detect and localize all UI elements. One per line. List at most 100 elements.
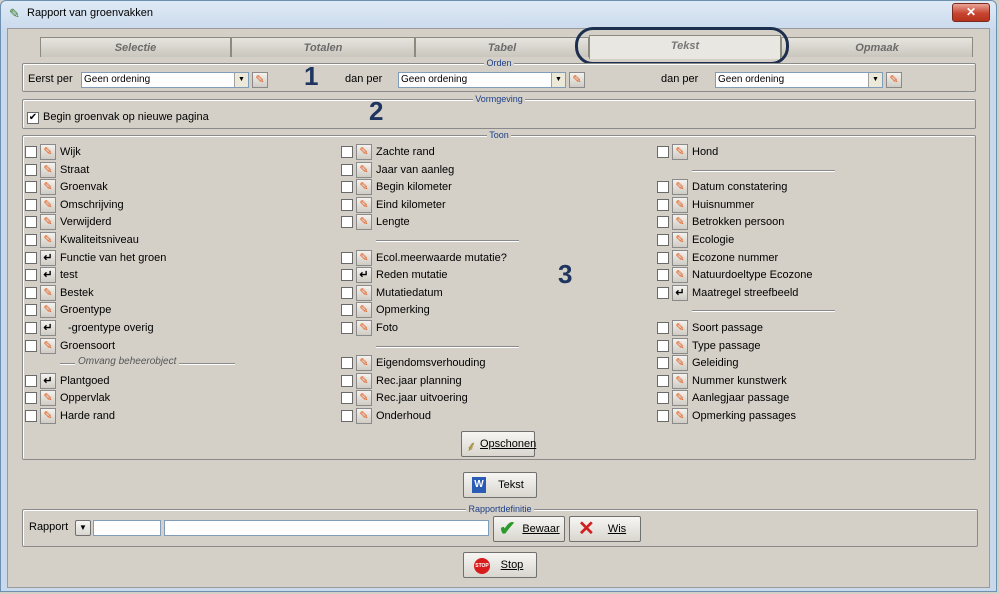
checkbox-maatregel-streefbeeld[interactable] <box>657 286 669 299</box>
pencil-icon[interactable]: ✎ <box>672 408 688 424</box>
return-icon[interactable]: ↵ <box>40 372 56 389</box>
checkbox-verwijderd[interactable] <box>25 216 37 229</box>
tab-totalen[interactable]: Totalen <box>231 37 415 57</box>
checkbox-ecozone-nummer[interactable] <box>657 251 669 264</box>
chevron-down-icon[interactable]: ▼ <box>234 73 248 87</box>
checkbox-oppervlak[interactable] <box>25 392 37 405</box>
checkbox-opmerking-passages[interactable] <box>657 410 669 422</box>
pencil-icon[interactable]: ✎ <box>672 320 688 336</box>
edit-order-2-icon[interactable]: ✎ <box>569 72 585 88</box>
edit-order-3-icon[interactable]: ✎ <box>886 72 902 88</box>
close-button[interactable]: ✕ <box>952 3 990 22</box>
checkbox-rec-jaar-planning[interactable] <box>341 374 353 387</box>
order-select-1[interactable]: Geen ordening ▼ <box>81 72 249 88</box>
checkbox-groentype-overig[interactable] <box>25 322 37 334</box>
return-icon[interactable]: ↵ <box>40 267 56 284</box>
checkbox-nummer-kunstwerk[interactable] <box>657 374 669 387</box>
pencil-icon[interactable]: ✎ <box>356 284 372 301</box>
checkbox-datum-constatering[interactable] <box>657 181 669 194</box>
checkbox-eigendomsverhouding[interactable] <box>341 357 353 370</box>
pencil-icon[interactable]: ✎ <box>356 372 372 389</box>
stop-button[interactable]: STOP Stop <box>463 552 537 578</box>
checkbox-natuurdoeltype-ecozone[interactable] <box>657 269 669 282</box>
rapport-code-input[interactable] <box>93 520 161 536</box>
checkbox-straat[interactable] <box>25 163 37 176</box>
pencil-icon[interactable]: ✎ <box>672 337 688 354</box>
pencil-icon[interactable]: ✎ <box>672 372 688 389</box>
clean-button[interactable]: ⸙ Opschonen <box>461 431 536 457</box>
checkbox-begin-kilometer[interactable] <box>341 181 353 194</box>
order-select-2[interactable]: Geen ordening ▼ <box>398 72 566 88</box>
return-icon[interactable]: ↵ <box>672 284 688 301</box>
checkbox-lengte[interactable] <box>341 216 353 229</box>
save-button[interactable]: ✔ Bewaar <box>493 516 565 542</box>
checkbox-groentype[interactable] <box>25 304 37 317</box>
pencil-icon[interactable]: ✎ <box>40 144 56 160</box>
checkbox-omschrijving[interactable] <box>25 198 37 211</box>
checkbox-hond[interactable] <box>657 146 669 158</box>
pencil-icon[interactable]: ✎ <box>672 249 688 266</box>
checkbox-plantgoed[interactable] <box>25 374 37 387</box>
checkbox-groensoort[interactable] <box>25 339 37 352</box>
checkbox-type-passage[interactable] <box>657 339 669 352</box>
checkbox-bestek[interactable] <box>25 286 37 299</box>
pencil-icon[interactable]: ✎ <box>40 232 56 248</box>
checkbox-geleiding[interactable] <box>657 357 669 370</box>
checkbox-harde-rand[interactable] <box>25 410 37 422</box>
pencil-icon[interactable]: ✎ <box>356 355 372 372</box>
chevron-down-icon[interactable]: ▼ <box>551 73 565 87</box>
checkbox-eind-kilometer[interactable] <box>341 198 353 211</box>
tab-tekst[interactable]: Tekst <box>589 35 781 59</box>
pencil-icon[interactable]: ✎ <box>356 144 372 160</box>
pencil-icon[interactable]: ✎ <box>672 179 688 196</box>
checkbox-foto[interactable] <box>341 322 353 334</box>
pencil-icon[interactable]: ✎ <box>40 196 56 213</box>
pencil-icon[interactable]: ✎ <box>672 196 688 213</box>
checkbox-test[interactable] <box>25 269 37 282</box>
order-select-3[interactable]: Geen ordening ▼ <box>715 72 883 88</box>
pencil-icon[interactable]: ✎ <box>40 408 56 424</box>
checkbox-reden-mutatie[interactable] <box>341 269 353 282</box>
checkbox-ecologie[interactable] <box>657 234 669 246</box>
pencil-icon[interactable]: ✎ <box>356 302 372 319</box>
checkbox-betrokken-persoon[interactable] <box>657 216 669 229</box>
delete-button[interactable]: ✕ Wis <box>569 516 641 542</box>
pencil-icon[interactable]: ✎ <box>356 320 372 336</box>
new-page-checkbox[interactable]: ✔ <box>27 112 39 124</box>
pencil-icon[interactable]: ✎ <box>356 161 372 178</box>
pencil-icon[interactable]: ✎ <box>40 302 56 319</box>
pencil-icon[interactable]: ✎ <box>40 214 56 231</box>
tab-opmaak[interactable]: Opmaak <box>781 37 973 57</box>
edit-order-1-icon[interactable]: ✎ <box>252 72 268 88</box>
checkbox-mutatiedatum[interactable] <box>341 286 353 299</box>
pencil-icon[interactable]: ✎ <box>356 179 372 196</box>
pencil-icon[interactable]: ✎ <box>672 214 688 231</box>
pencil-icon[interactable]: ✎ <box>672 390 688 407</box>
checkbox-functie-van-het-groen[interactable] <box>25 251 37 264</box>
checkbox-opmerking[interactable] <box>341 304 353 317</box>
checkbox-zachte-rand[interactable] <box>341 146 353 158</box>
pencil-icon[interactable]: ✎ <box>356 249 372 266</box>
pencil-icon[interactable]: ✎ <box>356 214 372 231</box>
chevron-down-icon[interactable]: ▼ <box>868 73 882 87</box>
tab-tabel[interactable]: Tabel <box>415 37 589 57</box>
pencil-icon[interactable]: ✎ <box>672 232 688 248</box>
checkbox-huisnummer[interactable] <box>657 198 669 211</box>
pencil-icon[interactable]: ✎ <box>672 355 688 372</box>
pencil-icon[interactable]: ✎ <box>40 390 56 407</box>
pencil-icon[interactable]: ✎ <box>40 337 56 354</box>
rapport-name-input[interactable] <box>164 520 489 536</box>
checkbox-jaar-van-aanleg[interactable] <box>341 163 353 176</box>
tab-selectie[interactable]: Selectie <box>40 37 231 57</box>
tekst-button[interactable]: W Tekst <box>463 472 537 498</box>
pencil-icon[interactable]: ✎ <box>40 284 56 301</box>
pencil-icon[interactable]: ✎ <box>40 179 56 196</box>
rapport-dropdown-button[interactable]: ▼ <box>75 520 91 536</box>
pencil-icon[interactable]: ✎ <box>40 161 56 178</box>
pencil-icon[interactable]: ✎ <box>672 267 688 284</box>
checkbox-aanlegjaar-passage[interactable] <box>657 392 669 405</box>
checkbox-ecol-meerwaarde-mutatie[interactable] <box>341 251 353 264</box>
checkbox-soort-passage[interactable] <box>657 322 669 334</box>
checkbox-onderhoud[interactable] <box>341 410 353 422</box>
pencil-icon[interactable]: ✎ <box>672 144 688 160</box>
